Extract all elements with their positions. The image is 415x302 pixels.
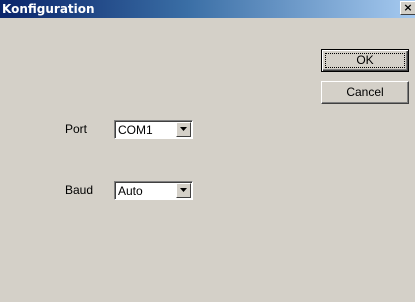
port-dropdown-button[interactable] (176, 122, 191, 137)
chevron-down-icon (180, 188, 187, 192)
close-button[interactable]: × (400, 1, 415, 15)
close-icon: × (403, 1, 413, 14)
focus-rect (325, 53, 405, 68)
cancel-button-label: Cancel (346, 85, 384, 99)
baud-select-value: Auto (118, 184, 143, 198)
baud-dropdown-button[interactable] (176, 183, 191, 198)
config-dialog: Konfiguration × OK Cancel Port COM1 Baud… (0, 0, 415, 302)
chevron-down-icon (180, 127, 187, 131)
baud-select[interactable]: Auto (114, 181, 193, 200)
port-label: Port (65, 122, 88, 136)
baud-label: Baud (65, 183, 94, 197)
cancel-button[interactable]: Cancel (321, 81, 409, 104)
ok-button[interactable]: OK (321, 49, 409, 72)
window-title: Konfiguration (2, 2, 95, 16)
port-select-value: COM1 (118, 123, 153, 137)
title-bar[interactable]: Konfiguration × (0, 0, 415, 18)
port-select[interactable]: COM1 (114, 120, 193, 139)
